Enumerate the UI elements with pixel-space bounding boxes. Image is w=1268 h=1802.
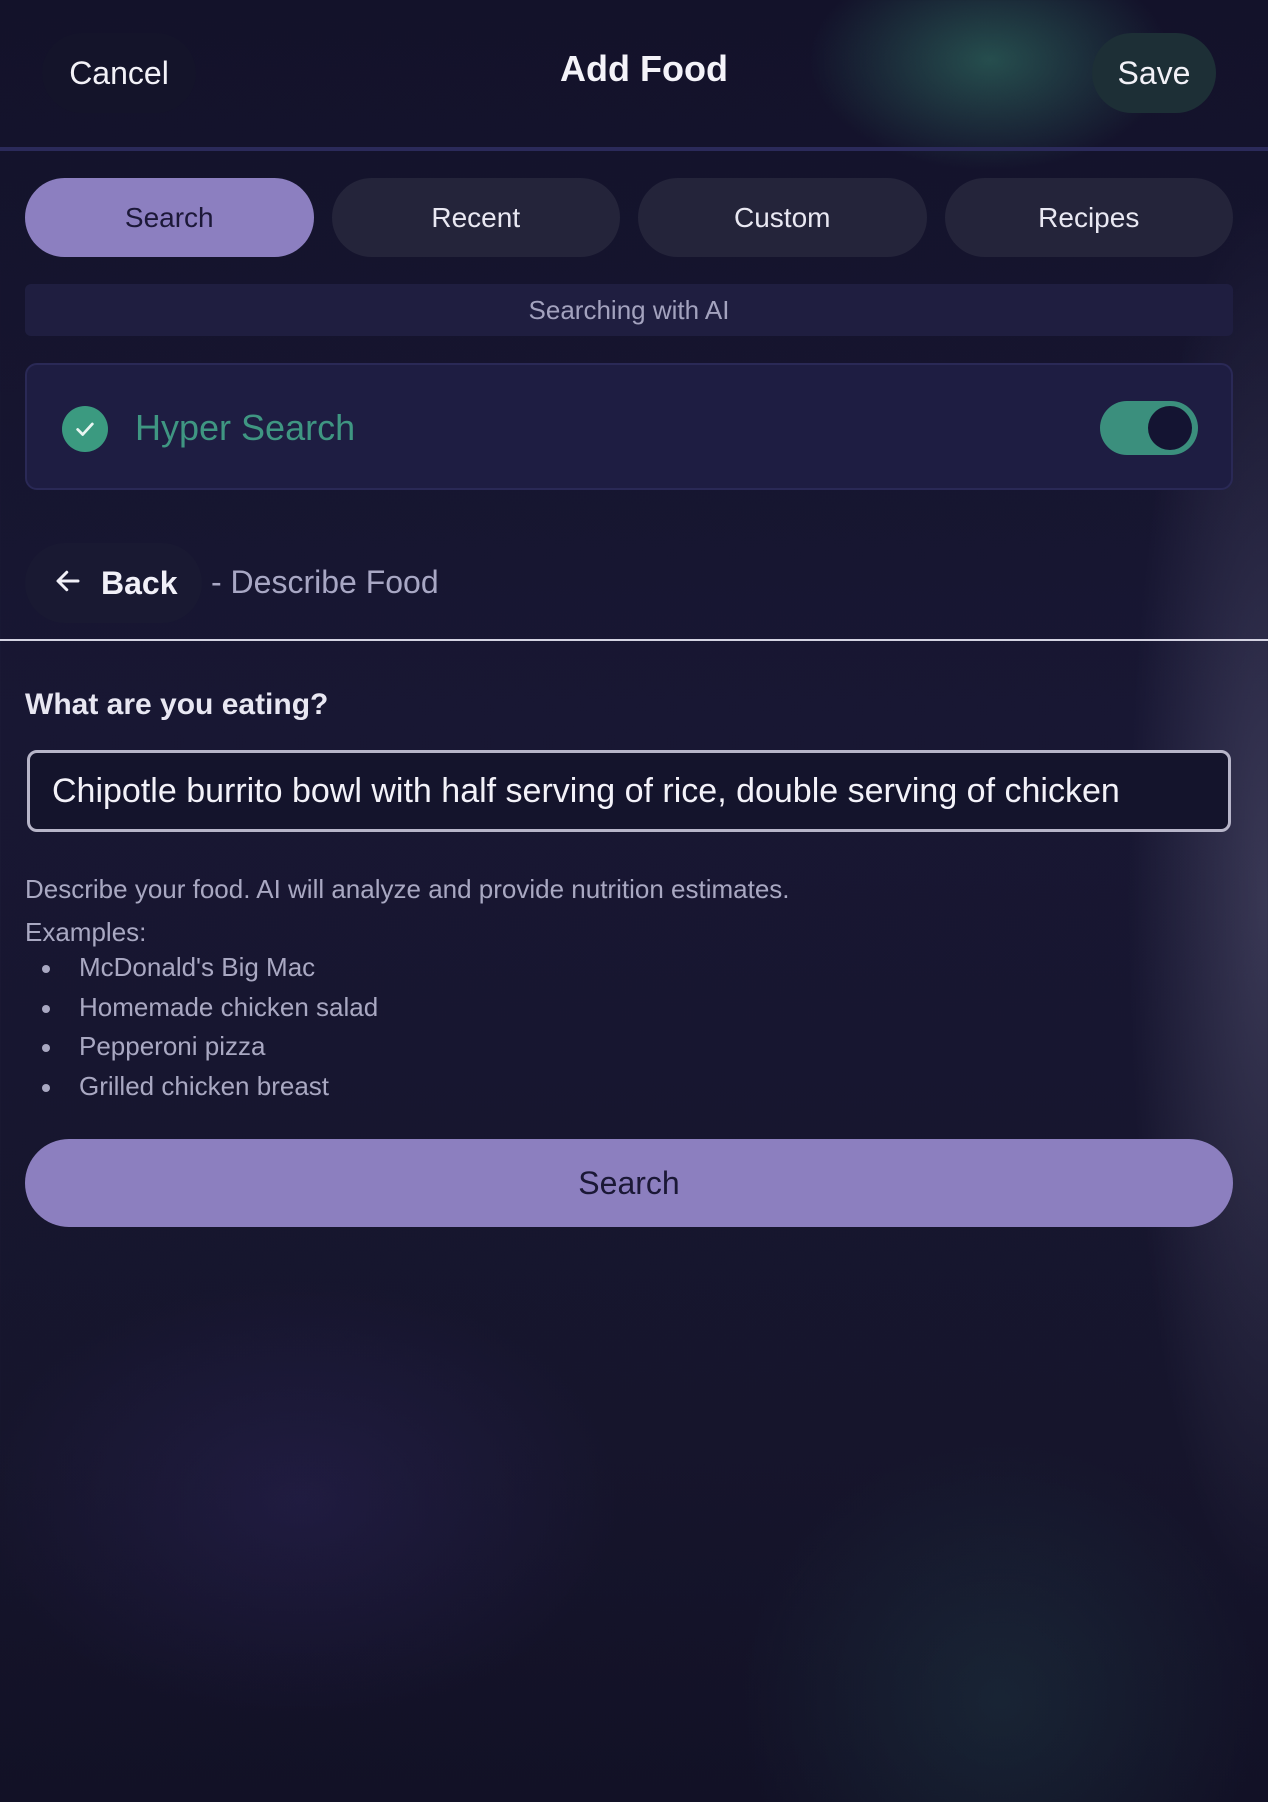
arrow-left-icon [53, 566, 83, 601]
hyper-search-card: Hyper Search [25, 363, 1233, 490]
tab-recent[interactable]: Recent [331, 178, 620, 257]
tab-search[interactable]: Search [25, 178, 314, 257]
back-button[interactable]: Back [25, 543, 202, 623]
examples-label: Examples: [25, 917, 147, 947]
tab-custom[interactable]: Custom [638, 178, 927, 257]
helper-text: Describe your food. AI will analyze and … [25, 874, 790, 904]
header-bar: Cancel Add Food Save [0, 0, 1268, 150]
hyper-search-toggle[interactable] [1100, 401, 1198, 455]
breadcrumb-subtitle: - Describe Food [211, 564, 439, 600]
check-circle-icon [62, 406, 108, 452]
list-item: Grilled chicken breast [40, 1067, 378, 1107]
page-title: Add Food [560, 48, 728, 89]
food-question-label: What are you eating? [25, 688, 329, 721]
food-description-input[interactable]: Chipotle burrito bowl with half serving … [27, 750, 1231, 832]
ai-status-banner: Searching with AI [25, 284, 1233, 336]
examples-list: McDonald's Big Mac Homemade chicken sala… [40, 948, 378, 1106]
header-divider [0, 147, 1268, 151]
search-button[interactable]: Search [25, 1139, 1233, 1227]
list-item: Homemade chicken salad [40, 988, 378, 1028]
section-divider [0, 639, 1268, 641]
save-button[interactable]: Save [1092, 33, 1216, 113]
back-label: Back [101, 564, 178, 601]
toggle-knob [1148, 406, 1192, 450]
list-item: McDonald's Big Mac [40, 948, 378, 988]
hyper-search-label: Hyper Search [135, 407, 356, 448]
tab-recipes[interactable]: Recipes [944, 178, 1233, 257]
tab-bar: Search Recent Custom Recipes [25, 178, 1233, 257]
list-item: Pepperoni pizza [40, 1027, 378, 1067]
